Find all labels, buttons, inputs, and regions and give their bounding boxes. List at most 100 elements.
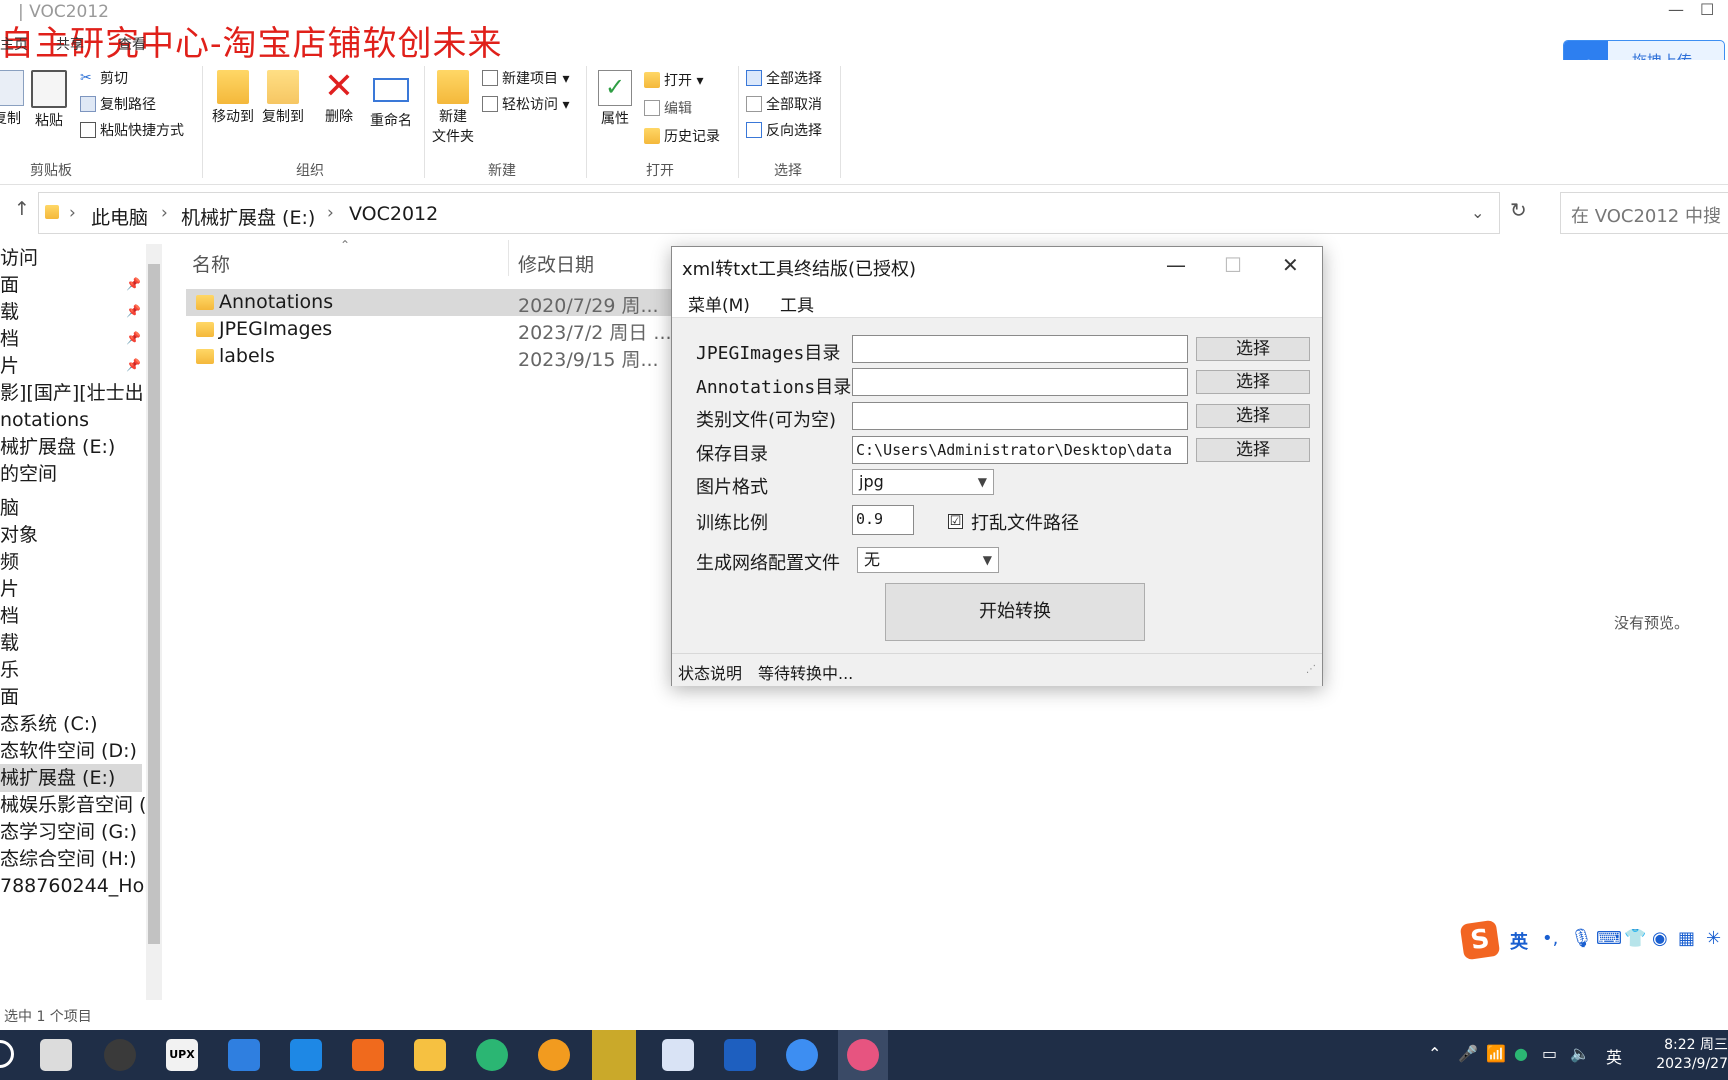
nav-item[interactable]: 对象 <box>0 521 38 549</box>
delete-button[interactable]: ✕ 删除 <box>312 66 366 126</box>
tray-ime-lang[interactable]: 英 <box>1606 1044 1622 1068</box>
history-button[interactable]: 历史记录 <box>644 126 720 146</box>
edit-button[interactable]: 编辑 <box>644 98 692 118</box>
properties-button[interactable]: ✓ 属性 <box>588 66 642 128</box>
classes-select-button[interactable]: 选择 <box>1196 404 1310 428</box>
nav-item[interactable]: 频 <box>0 548 19 576</box>
invert-selection-button[interactable]: 反向选择 <box>746 120 822 140</box>
nav-item[interactable]: 片 <box>0 575 19 603</box>
nav-item[interactable]: 械扩展盘 (E:) <box>0 764 142 792</box>
breadcrumb-voc2012[interactable]: VOC2012 <box>349 203 438 225</box>
browser-icon[interactable] <box>476 1039 508 1071</box>
menu-main[interactable]: 菜单(M) <box>688 291 750 316</box>
paste-shortcut-button[interactable]: 粘贴快捷方式 <box>80 120 184 140</box>
new-item-button[interactable]: 新建项目 ▾ <box>482 68 569 88</box>
open-button[interactable]: 打开 ▾ <box>644 70 703 90</box>
nav-item[interactable]: 片 <box>0 352 19 380</box>
active-app-highlight[interactable] <box>838 1030 888 1080</box>
annotations-dir-input[interactable] <box>852 368 1188 396</box>
tab-home[interactable]: 主页 <box>0 34 28 54</box>
tray-chevron-up-icon[interactable]: ⌃ <box>1428 1044 1441 1063</box>
nav-item[interactable]: 788760244_Hor <box>0 872 146 900</box>
upx-icon[interactable]: UPX <box>166 1039 198 1071</box>
image-format-select[interactable]: jpg ▼ <box>852 469 994 495</box>
book-blue-icon[interactable] <box>724 1039 756 1071</box>
save-dir-input[interactable]: C:\Users\Administrator\Desktop\data <box>852 436 1188 464</box>
copy-to-button[interactable]: 复制到 <box>256 66 310 126</box>
address-bar[interactable]: › 此电脑 › 机械扩展盘 (E:) › VOC2012 ⌄ <box>38 192 1500 234</box>
clock[interactable]: 8:22 周三 2023/9/27 <box>1648 1036 1728 1074</box>
volume-icon[interactable]: 🔈 <box>1570 1044 1590 1063</box>
shuffle-checkbox[interactable]: ☑ <box>948 514 963 529</box>
minimize-icon[interactable]: — <box>1668 0 1684 19</box>
column-header-name[interactable]: 名称 <box>192 250 230 277</box>
nav-item[interactable]: 档 <box>0 602 19 630</box>
jpegimages-dir-input[interactable] <box>852 335 1188 363</box>
paste-button[interactable]: 粘贴 <box>22 66 76 130</box>
classes-file-input[interactable] <box>852 402 1188 430</box>
train-ratio-input[interactable]: 0.9 <box>852 505 914 535</box>
dialog-titlebar[interactable]: xml转txt工具终结版(已授权) — ☐ ✕ <box>672 247 1322 285</box>
net-config-select[interactable]: 无 ▼ <box>857 547 999 573</box>
jpegimages-select-button[interactable]: 选择 <box>1196 337 1310 361</box>
punctuation-icon[interactable]: •, <box>1542 928 1558 949</box>
obs-icon[interactable] <box>104 1039 136 1071</box>
nav-item[interactable]: 态综合空间 (H:) <box>0 845 137 873</box>
maximize-icon[interactable]: ☐ <box>1700 0 1714 19</box>
git-icon[interactable] <box>352 1039 384 1071</box>
nav-item[interactable]: 态软件空间 (D:) <box>0 737 137 765</box>
microphone-icon[interactable]: 🎤 <box>1458 1044 1478 1063</box>
nav-item[interactable]: 影][国产][壮士出 <box>0 379 144 407</box>
nav-item[interactable]: 面 <box>0 271 19 299</box>
breadcrumb-drive-e[interactable]: 机械扩展盘 (E:) <box>181 203 315 230</box>
nav-item[interactable]: 访问 <box>0 244 38 272</box>
file-row-annotations[interactable]: Annotations 2020/7/29 周... <box>186 289 686 316</box>
file-explorer-icon[interactable] <box>414 1039 446 1071</box>
tab-view[interactable]: 查看 <box>118 34 146 54</box>
media-icon[interactable] <box>538 1039 570 1071</box>
pycharm-icon[interactable] <box>592 1030 636 1080</box>
feather-icon[interactable] <box>662 1039 694 1071</box>
move-to-button[interactable]: 移动到 <box>206 66 260 126</box>
nav-item[interactable]: 的空间 <box>0 460 57 488</box>
qq-icon[interactable] <box>290 1039 322 1071</box>
nav-item[interactable]: 态学习空间 (G:) <box>0 818 137 846</box>
save-dir-select-button[interactable]: 选择 <box>1196 438 1310 462</box>
column-divider[interactable] <box>508 240 509 276</box>
copy-path-button[interactable]: 复制路径 <box>80 94 156 114</box>
search-input[interactable]: 在 VOC2012 中搜 <box>1560 192 1728 234</box>
game-icon[interactable]: ◉ <box>1652 928 1668 949</box>
nav-item[interactable]: 脑 <box>0 494 19 522</box>
keyboard-icon[interactable]: ⌨ <box>1596 928 1622 949</box>
nav-item[interactable]: 械扩展盘 (E:) <box>0 433 115 461</box>
nav-item[interactable]: 面 <box>0 683 19 711</box>
up-arrow-icon[interactable]: ↑ <box>14 198 30 220</box>
file-row-jpegimages[interactable]: JPEGImages 2023/7/2 周日 ... <box>186 316 686 343</box>
minimize-icon[interactable]: — <box>1166 253 1186 277</box>
file-row-labels[interactable]: labels 2023/9/15 周... <box>186 343 686 370</box>
more-icon[interactable]: ✳ <box>1706 928 1721 949</box>
skin-icon[interactable]: 👕 <box>1624 928 1646 949</box>
nav-item[interactable]: 态系统 (C:) <box>0 710 98 738</box>
microphone-icon[interactable]: 🎙 <box>1570 928 1593 949</box>
nav-item[interactable]: 档 <box>0 325 19 353</box>
sogou-logo-icon[interactable]: S <box>1460 920 1501 961</box>
resize-grip-icon[interactable]: ⋰ <box>1306 664 1316 675</box>
nav-item[interactable]: notations <box>0 406 89 434</box>
nav-item[interactable]: 械娱乐影音空间 ( <box>0 791 146 819</box>
start-convert-button[interactable]: 开始转换 <box>885 583 1145 641</box>
book-icon[interactable] <box>228 1039 260 1071</box>
close-icon[interactable]: ✕ <box>1282 253 1299 277</box>
select-all-button[interactable]: 全部选择 <box>746 68 822 88</box>
notepad-icon[interactable] <box>40 1039 72 1071</box>
ime-lang-toggle[interactable]: 英 <box>1510 928 1528 954</box>
cut-button[interactable]: ✂ 剪切 <box>80 68 128 88</box>
breadcrumb-this-pc[interactable]: 此电脑 <box>91 203 148 230</box>
rename-button[interactable]: 重命名 <box>364 66 418 130</box>
nav-item[interactable]: 载 <box>0 629 19 657</box>
new-folder-button[interactable]: 新建 文件夹 <box>426 66 480 146</box>
battery-icon[interactable]: ▭ <box>1542 1044 1557 1063</box>
cloud-disk-icon[interactable] <box>786 1039 818 1071</box>
nav-item[interactable]: 乐 <box>0 656 19 684</box>
easy-access-button[interactable]: 轻松访问 ▾ <box>482 94 569 114</box>
